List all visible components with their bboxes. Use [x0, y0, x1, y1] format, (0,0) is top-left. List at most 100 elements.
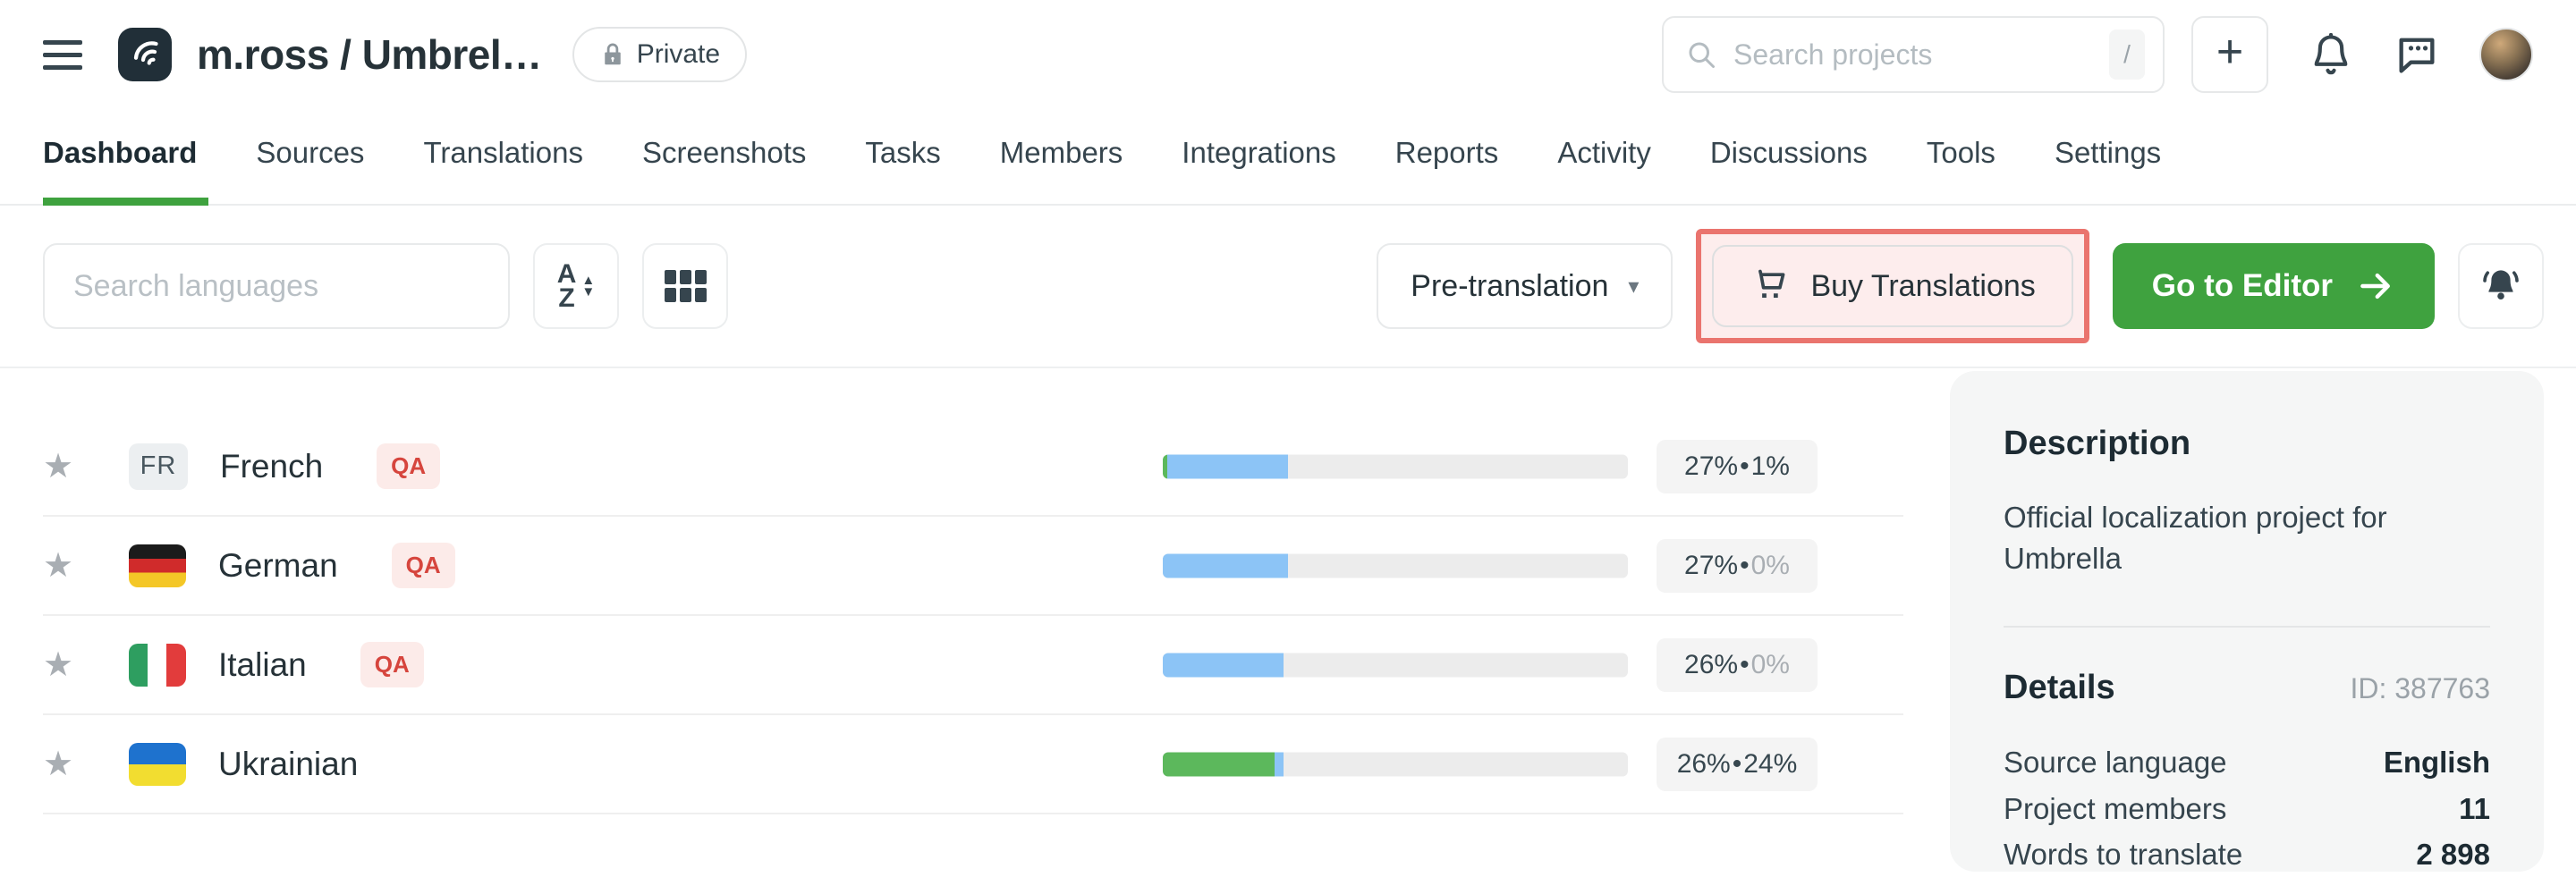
- language-name: Italian: [218, 646, 307, 684]
- create-project-button[interactable]: +: [2191, 16, 2268, 93]
- grid-view-icon: [665, 270, 707, 302]
- detail-row-words-to-translate: Words to translate2 898: [2004, 831, 2490, 877]
- app-header: m.ross / Umbrel… Private / +: [0, 0, 2576, 109]
- progress-bar: [1163, 454, 1628, 478]
- arrow-right-icon: [2356, 266, 2395, 306]
- percent-separator: •: [1740, 451, 1750, 482]
- flag-italian: [129, 644, 186, 687]
- go-to-editor-button[interactable]: Go to Editor: [2113, 243, 2435, 329]
- pre-translation-label: Pre-translation: [1411, 269, 1608, 304]
- progress-percent-badge: 27%•0%: [1657, 539, 1818, 593]
- qa-badge[interactable]: QA: [377, 443, 440, 489]
- progress-percent-badge: 27%•1%: [1657, 440, 1818, 493]
- project-search[interactable]: /: [1662, 16, 2165, 93]
- percent-separator: •: [1733, 749, 1742, 780]
- language-row-italian[interactable]: ★ Italian QA 26%•0%: [43, 616, 1903, 715]
- progress-translated: [1167, 454, 1288, 478]
- messages-chat-icon[interactable]: [2394, 31, 2440, 78]
- detail-row-project-members: Project members11: [2004, 786, 2490, 831]
- detail-row-source-language: Source languageEnglish: [2004, 739, 2490, 785]
- progress-approved: [1163, 752, 1275, 776]
- percent-separator: •: [1740, 650, 1750, 680]
- tab-translations[interactable]: Translations: [394, 136, 613, 204]
- user-avatar[interactable]: [2479, 28, 2533, 81]
- language-list: ★ FR French QA 27%•1% ★ German QA 27%•0%…: [43, 368, 1903, 814]
- tab-integrations[interactable]: Integrations: [1152, 136, 1365, 204]
- project-id: ID: 387763: [2350, 672, 2490, 705]
- language-name: French: [220, 448, 323, 485]
- slash-shortcut-key: /: [2109, 30, 2145, 80]
- chevron-down-icon: ▾: [1628, 274, 1639, 299]
- progress-translated: [1163, 553, 1288, 578]
- approved-percent: 0%: [1751, 551, 1790, 581]
- sort-az-icon: AZ ▲▼: [557, 262, 596, 310]
- language-row-ukrainian[interactable]: ★ Ukrainian 26%•24%: [43, 715, 1903, 814]
- crowdin-logo[interactable]: [118, 28, 172, 81]
- approved-percent: 24%: [1743, 749, 1797, 780]
- flag-ukrainian: [129, 743, 186, 786]
- progress-translated: [1275, 752, 1284, 776]
- language-code-badge: FR: [129, 443, 188, 490]
- dashboard-toolbar: AZ ▲▼ Pre-translation ▾ Buy Translations…: [0, 206, 2576, 368]
- buy-translations-button[interactable]: Buy Translations: [1712, 245, 2072, 327]
- page-title: m.ross / Umbrel…: [197, 30, 542, 79]
- grid-view-button[interactable]: [642, 243, 728, 329]
- tab-tools[interactable]: Tools: [1897, 136, 2025, 204]
- flag-german: [129, 544, 186, 587]
- details-title: Details: [2004, 669, 2115, 707]
- language-row-french[interactable]: ★ FR French QA 27%•1%: [43, 417, 1903, 517]
- tab-sources[interactable]: Sources: [226, 136, 394, 204]
- cart-icon: [1750, 266, 1789, 306]
- progress-percent-badge: 26%•0%: [1657, 638, 1818, 692]
- project-details-card: Description Official localization projec…: [1950, 371, 2544, 872]
- hamburger-menu-icon[interactable]: [43, 40, 82, 70]
- language-name: German: [218, 547, 338, 585]
- tab-settings[interactable]: Settings: [2025, 136, 2190, 204]
- qa-badge[interactable]: QA: [360, 642, 424, 687]
- star-icon[interactable]: ★: [43, 545, 79, 586]
- tab-reports[interactable]: Reports: [1366, 136, 1529, 204]
- progress-percent-badge: 26%•24%: [1657, 738, 1818, 791]
- lock-icon: [599, 41, 626, 68]
- tab-members[interactable]: Members: [970, 136, 1153, 204]
- search-icon: [1685, 38, 1717, 71]
- star-icon[interactable]: ★: [43, 645, 79, 685]
- search-projects-input[interactable]: [1733, 38, 2109, 72]
- description-title: Description: [2004, 425, 2490, 463]
- pre-translation-dropdown[interactable]: Pre-translation ▾: [1377, 243, 1673, 329]
- approved-percent: 1%: [1751, 451, 1790, 482]
- notifications-bell-icon[interactable]: [2308, 31, 2354, 78]
- star-icon[interactable]: ★: [43, 446, 79, 486]
- announcements-button[interactable]: [2458, 243, 2544, 329]
- tab-tasks[interactable]: Tasks: [835, 136, 970, 204]
- language-name: Ukrainian: [218, 746, 358, 783]
- buy-translations-label: Buy Translations: [1810, 269, 2035, 304]
- star-icon[interactable]: ★: [43, 744, 79, 784]
- annotation-highlight-box: Buy Translations: [1696, 229, 2089, 343]
- translated-percent: 27%: [1684, 451, 1738, 482]
- project-nav-tabs: Dashboard Sources Translations Screensho…: [0, 109, 2576, 206]
- privacy-badge-label: Private: [637, 39, 720, 70]
- translated-percent: 26%: [1677, 749, 1731, 780]
- description-text: Official localization project for Umbrel…: [2004, 497, 2490, 579]
- ringing-bell-icon: [2479, 265, 2522, 308]
- sort-az-button[interactable]: AZ ▲▼: [533, 243, 619, 329]
- go-to-editor-label: Go to Editor: [2152, 268, 2333, 304]
- tab-screenshots[interactable]: Screenshots: [613, 136, 835, 204]
- percent-separator: •: [1740, 551, 1750, 581]
- progress-bar: [1163, 752, 1628, 776]
- card-divider: [2004, 626, 2490, 628]
- progress-translated: [1163, 653, 1284, 677]
- tab-dashboard[interactable]: Dashboard: [43, 136, 226, 204]
- translated-percent: 26%: [1684, 650, 1738, 680]
- qa-badge[interactable]: QA: [392, 543, 455, 588]
- progress-bar: [1163, 553, 1628, 578]
- approved-percent: 0%: [1751, 650, 1790, 680]
- tab-activity[interactable]: Activity: [1528, 136, 1681, 204]
- search-languages-input[interactable]: [43, 243, 510, 329]
- language-row-german[interactable]: ★ German QA 27%•0%: [43, 517, 1903, 616]
- translated-percent: 27%: [1684, 551, 1738, 581]
- progress-bar: [1163, 653, 1628, 677]
- privacy-badge: Private: [572, 27, 747, 82]
- tab-discussions[interactable]: Discussions: [1681, 136, 1897, 204]
